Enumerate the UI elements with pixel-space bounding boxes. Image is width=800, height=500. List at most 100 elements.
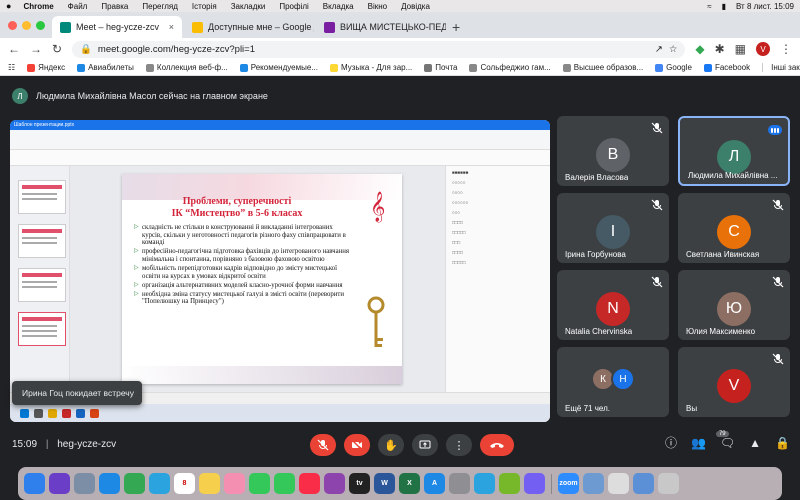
finder-icon[interactable]	[24, 473, 45, 494]
slide-bullet: складність не стільки в конструюванні й …	[134, 224, 352, 247]
slide-thumbnail	[18, 268, 66, 302]
telegram-icon[interactable]	[149, 473, 170, 494]
chrome-icon[interactable]	[124, 473, 145, 494]
more-options-button[interactable]: ⋮	[446, 434, 472, 456]
word-icon[interactable]: W	[374, 473, 395, 494]
notes-icon[interactable]	[199, 473, 220, 494]
info-icon[interactable]: ⓘ	[665, 434, 677, 451]
browser-tab[interactable]: Доступные мне – Google Диск×	[184, 16, 314, 38]
menu-item-2[interactable]: Правка	[101, 2, 128, 11]
battery-icon[interactable]: ▮	[722, 2, 726, 11]
viber-icon[interactable]	[524, 473, 545, 494]
host-controls-icon[interactable]: 🔒	[775, 436, 790, 450]
tv-icon[interactable]: tv	[349, 473, 370, 494]
mic-off-icon	[317, 439, 329, 451]
raise-hand-button[interactable]: ✋	[378, 434, 404, 456]
profile-avatar[interactable]: V	[756, 42, 770, 56]
forward-icon[interactable]: →	[30, 42, 42, 56]
bookmark-item[interactable]: Высшее образов...	[562, 63, 643, 72]
back-icon[interactable]: ←	[8, 42, 20, 56]
appstore-icon[interactable]: A	[424, 473, 445, 494]
new-tab-button[interactable]: +	[452, 16, 460, 38]
menu-item-3[interactable]: Перегляд	[142, 2, 178, 11]
preview-icon[interactable]	[583, 473, 604, 494]
messages-icon[interactable]	[274, 473, 295, 494]
present-screen-button[interactable]	[412, 434, 438, 456]
participant-avatar: В	[596, 138, 630, 172]
participant-tile[interactable]: N Natalia Chervinska	[557, 270, 669, 340]
launchpad-icon[interactable]	[74, 473, 95, 494]
excel-icon[interactable]: X	[399, 473, 420, 494]
extensions-icon[interactable]: ✱	[715, 42, 725, 56]
siri-icon[interactable]	[49, 473, 70, 494]
presenter-banner-text: Людмила Михайлівна Масол сейчас на главн…	[36, 91, 268, 101]
menu-item-8[interactable]: Вікно	[368, 2, 387, 11]
share-icon[interactable]: ↗	[655, 44, 663, 55]
menu-item-4[interactable]: Історія	[192, 2, 217, 11]
slide-bullet: організація альтернативних моделей класн…	[134, 282, 352, 290]
browser-tab[interactable]: Meet – heg-ycze-zcv ×	[52, 16, 182, 38]
bookmark-item[interactable]: Яндекс	[27, 63, 65, 72]
reload-icon[interactable]: ↻	[52, 42, 62, 56]
zoom-icon[interactable]: zoom	[558, 473, 579, 494]
close-tab-icon[interactable]: ×	[169, 22, 174, 32]
podcasts-icon[interactable]	[324, 473, 345, 494]
menu-item-9[interactable]: Довідка	[401, 2, 430, 11]
lock-icon[interactable]: 🔒	[80, 44, 92, 55]
shared-screen[interactable]: Шаблон презентации.pptx Проблеми, супере…	[10, 120, 550, 422]
menu-item-6[interactable]: Профілі	[279, 2, 308, 11]
participant-tile[interactable]: І Ірина Горбунова	[557, 193, 669, 263]
url-text[interactable]: meet.google.com/heg-ycze-zcv?pli=1	[98, 44, 255, 55]
chrome-menu-icon[interactable]: ⋮	[780, 42, 792, 56]
bookmark-star-icon[interactable]: ☆	[669, 44, 678, 55]
bookmark-item[interactable]: Сольфеджио гам...	[469, 63, 551, 72]
facetime-icon[interactable]	[249, 473, 270, 494]
camera-toggle-button[interactable]	[344, 434, 370, 456]
minimize-window-button[interactable]	[22, 21, 31, 30]
menu-item-7[interactable]: Вкладка	[323, 2, 354, 11]
participant-tile[interactable]: Л Людмила Михайлівна ...	[678, 116, 790, 186]
participant-tile[interactable]: Ю Юлия Максименко	[678, 270, 790, 340]
leave-call-button[interactable]	[480, 434, 514, 456]
bookmark-item[interactable]: Почта	[424, 63, 457, 72]
files-icon[interactable]	[608, 473, 629, 494]
menu-item-5[interactable]: Закладки	[231, 2, 266, 11]
clock[interactable]: Вт 8 лист. 15:09	[736, 2, 794, 11]
photos-icon[interactable]	[224, 473, 245, 494]
bookmark-item[interactable]: Коллекция веб-ф...	[145, 63, 228, 72]
omnibox[interactable]: 🔒 meet.google.com/heg-ycze-zcv?pli=1 ↗ ☆	[72, 40, 686, 58]
zoom-window-button[interactable]	[36, 21, 45, 30]
apple-menu-icon[interactable]: ●	[6, 1, 11, 11]
chat-icon[interactable]: 🗨	[720, 436, 735, 450]
other-bookmarks[interactable]: Інші закладки	[762, 63, 800, 72]
participant-tile[interactable]: В Валерія Власова	[557, 116, 669, 186]
participant-tile[interactable]: V Вы	[678, 347, 790, 417]
bookmark-item[interactable]: Музыка - Для зар...	[329, 63, 412, 72]
people-button[interactable]: 👥 79	[691, 430, 729, 450]
apps-grid-icon[interactable]: ☷	[8, 63, 15, 72]
bookmark-item[interactable]: Авиабилеты	[77, 63, 134, 72]
bookmark-item[interactable]: Рекомендуемые...	[239, 63, 318, 72]
wifi-icon[interactable]: ≈	[707, 2, 711, 11]
bookmark-item[interactable]: Facebook	[703, 63, 750, 72]
trash-icon[interactable]	[658, 473, 679, 494]
key-icon	[367, 296, 385, 347]
downloads-icon[interactable]	[633, 473, 654, 494]
browser-tab[interactable]: ВИЩА МИСТЕЦЬКО-ПЕДАГОГ...×	[316, 16, 446, 38]
music-icon[interactable]	[299, 473, 320, 494]
menu-item-0[interactable]: Chrome	[23, 2, 53, 11]
activities-icon[interactable]: ▲	[749, 436, 761, 450]
settings-icon[interactable]	[449, 473, 470, 494]
close-window-button[interactable]	[8, 21, 17, 30]
menu-item-1[interactable]: Файл	[68, 2, 88, 11]
participant-tile[interactable]: К Н Ещё 71 чел.	[557, 347, 669, 417]
safari-icon[interactable]	[99, 473, 120, 494]
bookmark-item[interactable]: Google	[655, 63, 692, 72]
sidebar-icon[interactable]: ▦	[735, 42, 746, 56]
participant-tile[interactable]: С Светлана Ивинская	[678, 193, 790, 263]
torrent-icon[interactable]	[499, 473, 520, 494]
microphone-toggle-button[interactable]	[310, 434, 336, 456]
extension-shield-icon[interactable]: ◆	[695, 42, 704, 56]
telegram2-icon[interactable]	[474, 473, 495, 494]
calendar-icon[interactable]: 8	[174, 473, 195, 494]
